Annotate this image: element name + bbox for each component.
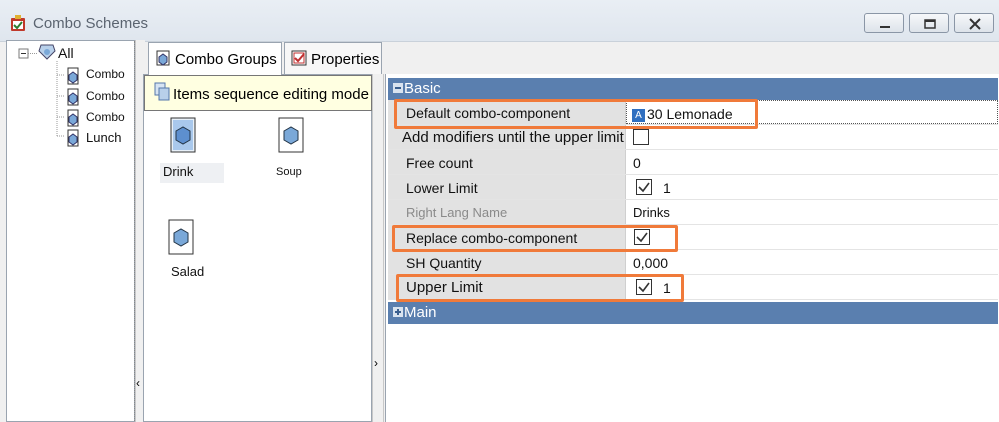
- prop-row-right-lang-name[interactable]: Right Lang Name Drinks: [388, 200, 998, 225]
- category-label: Main: [404, 304, 437, 321]
- app-icon: [11, 15, 25, 31]
- prop-name: Right Lang Name: [388, 200, 626, 224]
- category-main[interactable]: Main: [388, 302, 998, 324]
- all-group-icon: [38, 44, 56, 60]
- group-label: Drink: [160, 163, 224, 183]
- prop-name: Replace combo-component: [388, 225, 626, 249]
- group-tile-drink[interactable]: Drink: [160, 117, 224, 183]
- prop-value[interactable]: 0,000: [628, 250, 668, 274]
- tree-item-lunch[interactable]: Lunch: [86, 130, 121, 145]
- combo-item-icon: [67, 88, 79, 106]
- prop-row-lower-limit[interactable]: Lower Limit 1: [388, 175, 998, 200]
- sequence-edit-icon: [154, 82, 170, 101]
- group-label: Soup: [276, 166, 302, 178]
- tab-label: Combo Groups: [175, 51, 277, 68]
- group-icon: [168, 219, 194, 255]
- text-type-icon: A: [632, 109, 645, 122]
- checkbox-checked[interactable]: [634, 229, 650, 245]
- prop-row-add-modifiers[interactable]: Add modifiers until the upper limit: [388, 125, 998, 150]
- combo-item-icon: [67, 109, 79, 127]
- prop-row-upper-limit[interactable]: Upper Limit 1: [388, 275, 998, 300]
- tab-label: Properties: [311, 51, 380, 68]
- prop-value[interactable]: A 30 Lemonade: [626, 100, 998, 124]
- prop-value: 1: [663, 180, 671, 196]
- right-splitter[interactable]: ›: [372, 74, 384, 422]
- scheme-tree[interactable]: All Combo Combo Combo Lunch: [6, 40, 135, 422]
- combo-groups-panel[interactable]: Items sequence editing mode Drink Soup S…: [143, 74, 372, 422]
- prop-row-default-combo-component[interactable]: Default combo-component A 30 Lemonade: [388, 100, 998, 125]
- expand-icon[interactable]: [393, 307, 403, 317]
- minimize-button[interactable]: [864, 13, 904, 33]
- maximize-icon: [924, 19, 936, 29]
- checkbox-unchecked[interactable]: [633, 129, 649, 145]
- prop-value[interactable]: 0: [628, 150, 641, 174]
- group-tile-soup[interactable]: Soup: [272, 117, 312, 183]
- prop-row-replace-combo-component[interactable]: Replace combo-component: [388, 225, 998, 250]
- group-label: Salad: [171, 264, 205, 279]
- tooltip: Items sequence editing mode: [144, 75, 372, 111]
- prop-value-text: 30 Lemonade: [647, 106, 733, 122]
- prop-value[interactable]: Drinks: [628, 200, 670, 224]
- checkbox-checked[interactable]: [636, 279, 652, 295]
- checkbox-checked[interactable]: [636, 179, 652, 195]
- properties-icon: [291, 50, 307, 66]
- title-bar: Combo Schemes: [0, 0, 999, 42]
- tree-item-combo[interactable]: Combo: [86, 67, 125, 81]
- prop-name: Upper Limit: [388, 275, 626, 299]
- prop-name: Free count: [388, 150, 626, 174]
- close-button[interactable]: [954, 13, 994, 33]
- prop-value: 1: [663, 280, 671, 296]
- check-icon: [636, 232, 648, 243]
- tab-combo-groups[interactable]: Combo Groups: [148, 42, 282, 75]
- prop-row-free-count[interactable]: Free count 0: [388, 150, 998, 175]
- combo-groups-icon: [156, 50, 170, 66]
- prop-name: SH Quantity: [388, 250, 626, 274]
- tree-item-combo[interactable]: Combo: [86, 89, 125, 103]
- category-basic[interactable]: Basic: [388, 78, 998, 100]
- collapse-right-icon[interactable]: ›: [374, 356, 378, 370]
- category-label: Basic: [404, 80, 441, 97]
- group-icon: [170, 117, 196, 153]
- close-icon: [969, 18, 981, 30]
- tooltip-text: Items sequence editing mode: [173, 86, 369, 103]
- maximize-button[interactable]: [909, 13, 949, 33]
- prop-name: Default combo-component: [388, 100, 626, 124]
- collapse-icon[interactable]: [393, 83, 403, 93]
- check-icon: [638, 182, 650, 193]
- prop-name: Add modifiers until the upper limit: [388, 125, 626, 149]
- property-grid[interactable]: Basic Default combo-component A 30 Lemona…: [385, 74, 999, 422]
- window-title: Combo Schemes: [33, 15, 149, 32]
- collapse-left-icon[interactable]: ‹: [136, 376, 140, 390]
- tab-properties[interactable]: Properties: [284, 42, 382, 74]
- minimize-icon: [880, 26, 890, 28]
- group-tile-salad[interactable]: Salad: [168, 219, 218, 285]
- check-icon: [638, 282, 650, 293]
- tree-root-all[interactable]: All: [58, 45, 74, 61]
- prop-name: Lower Limit: [388, 175, 626, 199]
- group-icon: [278, 117, 304, 153]
- combo-item-icon: [67, 129, 79, 147]
- tree-item-combo[interactable]: Combo: [86, 110, 125, 124]
- combo-item-icon: [67, 67, 79, 85]
- prop-row-sh-quantity[interactable]: SH Quantity 0,000: [388, 250, 998, 275]
